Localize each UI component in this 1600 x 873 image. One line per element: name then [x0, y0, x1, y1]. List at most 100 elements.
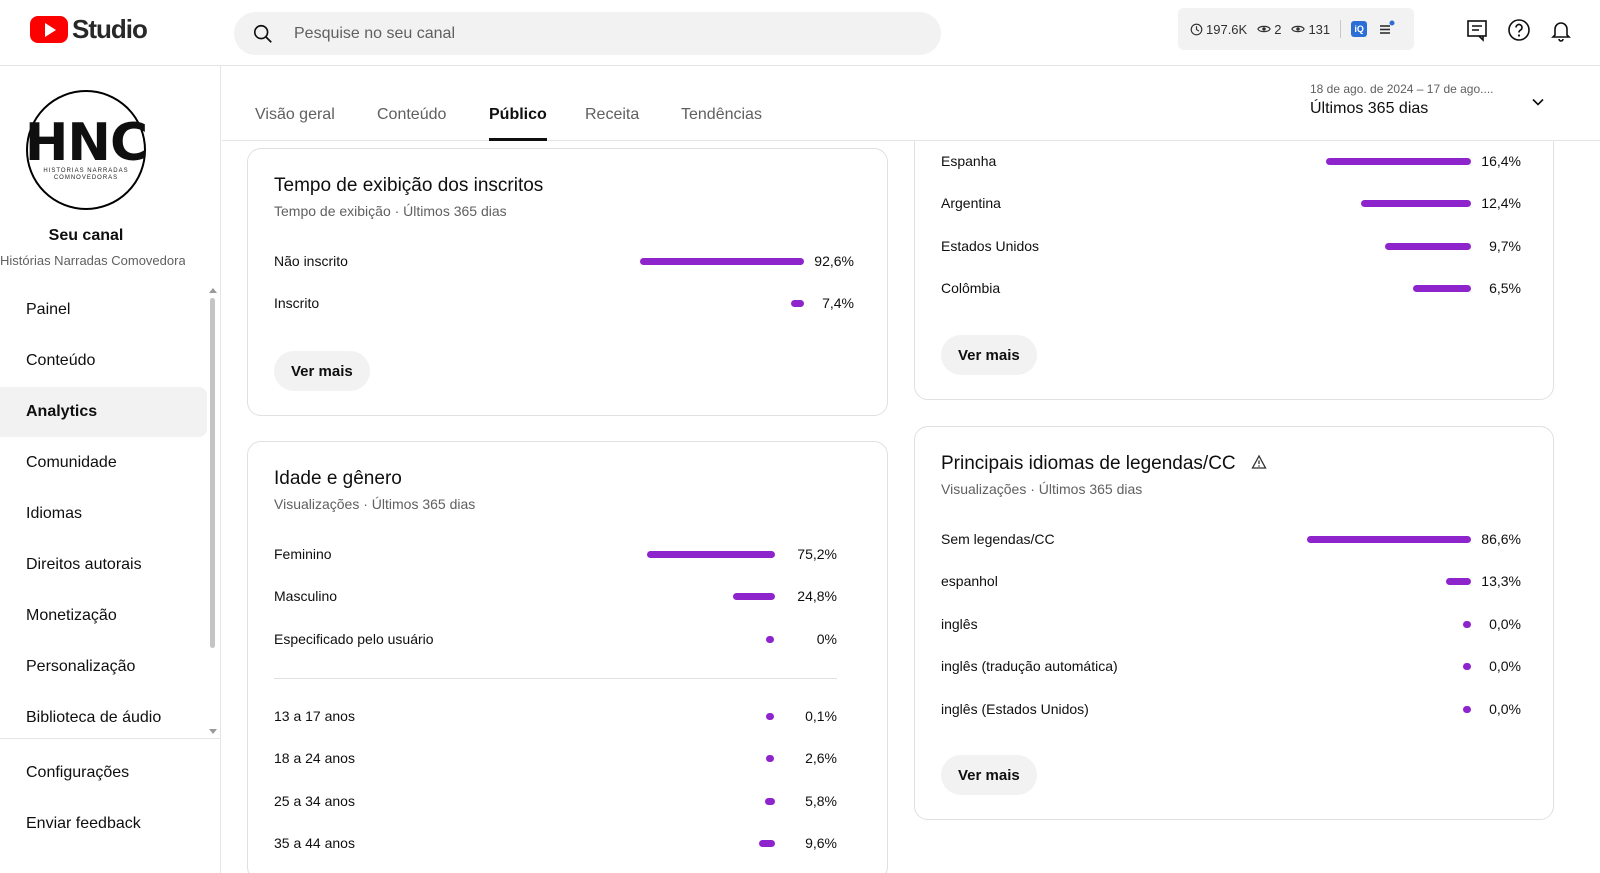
row-value: 2,6% — [805, 750, 837, 766]
tab-receita[interactable]: Receita — [585, 106, 639, 141]
row-label: espanhol — [941, 573, 998, 589]
list-item: Estados Unidos 9,7% — [915, 238, 1553, 258]
row-label: Inscrito — [274, 295, 320, 311]
clock-icon — [1190, 23, 1203, 35]
list-item: 35 a 44 anos 9,6% — [248, 835, 887, 855]
sidebar-item-painel[interactable]: Painel — [0, 285, 207, 335]
date-range-dates: 18 de ago. de 2024 – 17 de ago.... — [1310, 82, 1494, 96]
row-label: inglês (Estados Unidos) — [941, 701, 1089, 717]
card-title: Principais idiomas de legendas/CC — [941, 453, 1267, 475]
list-item: Não inscrito 92,6% — [248, 253, 887, 273]
row-bar — [1361, 200, 1471, 207]
live-viewers-value: 2 — [1274, 21, 1282, 37]
sidebar-item-label: Comunidade — [26, 454, 117, 471]
see-more-button[interactable]: Ver mais — [941, 755, 1037, 795]
sidebar-scrollbar[interactable] — [210, 298, 215, 648]
row-value: 0% — [816, 631, 837, 647]
row-value: 6,5% — [1489, 280, 1521, 296]
sidebar-item-enviar-feedback[interactable]: Enviar feedback — [0, 799, 207, 849]
avatar-logo-subtext: HISTORIAS NARRADAS COMNOVEDORAS — [43, 168, 129, 181]
sidebar-item-configuracoes[interactable]: Configurações — [0, 748, 207, 798]
list-item: Feminino 75,2% — [248, 546, 887, 566]
row-bar — [766, 755, 774, 762]
row-value: 86,6% — [1481, 531, 1521, 547]
row-value: 7,4% — [822, 295, 854, 311]
channel-title: Seu canal — [48, 227, 124, 244]
list-item: inglês (tradução automática) 0,0% — [915, 658, 1553, 678]
sidebar-item-label: Personalização — [26, 658, 136, 675]
list-item: Inscrito 7,4% — [248, 295, 887, 315]
row-label: Espanha — [941, 153, 997, 169]
realtime-stats[interactable]: 197.6K 2 131 iQ — [1178, 8, 1414, 50]
sidebar-item-label: Painel — [26, 301, 71, 318]
sidebar-item-label: Configurações — [26, 764, 130, 781]
row-bar — [766, 636, 774, 643]
notifications-bell-icon[interactable] — [1549, 18, 1573, 42]
card-title-text: Principais idiomas de legendas/CC — [941, 453, 1236, 474]
list-item: espanhol 13,3% — [915, 573, 1553, 593]
sidebar-item-comunidade[interactable]: Comunidade — [0, 438, 207, 488]
studio-logo[interactable]: Studio — [30, 14, 148, 45]
feedback-icon[interactable] — [1465, 18, 1489, 42]
chevron-down-icon[interactable] — [1530, 94, 1546, 110]
row-label: Masculino — [274, 588, 338, 604]
sidebar-item-label: Direitos autorais — [26, 556, 142, 573]
row-label: Estados Unidos — [941, 238, 1040, 254]
row-value: 0,1% — [805, 708, 837, 724]
row-bar — [1385, 243, 1471, 250]
list-item: Colômbia 6,5% — [915, 280, 1553, 300]
tab-conteudo[interactable]: Conteúdo — [377, 106, 446, 141]
search-bar[interactable] — [234, 12, 941, 55]
row-value: 13,3% — [1481, 573, 1521, 589]
scroll-down-arrow-icon[interactable] — [209, 729, 217, 734]
row-bar — [766, 713, 774, 720]
row-label: Feminino — [274, 546, 332, 562]
scroll-up-arrow-icon[interactable] — [209, 288, 217, 293]
list-item: Masculino 24,8% — [248, 588, 887, 608]
row-label: Argentina — [941, 195, 1001, 211]
sidebar-item-analytics[interactable]: Analytics — [0, 387, 207, 437]
sidebar-item-label: Idiomas — [26, 505, 83, 522]
sidebar-item-label: Analytics — [26, 403, 98, 420]
card-subtitle: Visualizações · Últimos 365 dias — [274, 496, 476, 512]
eye-icon — [1257, 25, 1271, 33]
sidebar-item-personalizacao[interactable]: Personalização — [0, 642, 207, 692]
help-icon[interactable] — [1507, 18, 1531, 42]
tab-visao-geral[interactable]: Visão geral — [255, 106, 335, 141]
sidebar-item-label: Conteúdo — [26, 352, 96, 369]
see-more-button[interactable]: Ver mais — [941, 335, 1037, 375]
tab-tendencias[interactable]: Tendências — [681, 106, 762, 141]
subscriber-watch-time-card: Tempo de exibição dos inscritos Tempo de… — [247, 148, 888, 416]
channel-avatar[interactable]: HNC HISTORIAS NARRADAS COMNOVEDORAS — [25, 90, 148, 210]
sidebar-item-biblioteca-de-audio[interactable]: Biblioteca de áudio — [0, 693, 207, 743]
row-label: 25 a 34 anos — [274, 793, 355, 809]
studio-label: Studio — [72, 14, 148, 44]
menu-list-icon[interactable] — [1377, 20, 1395, 38]
date-range-picker[interactable]: 18 de ago. de 2024 – 17 de ago.... Últim… — [1310, 82, 1550, 118]
sidebar-divider — [0, 738, 220, 739]
card-subtitle: Visualizações · Últimos 365 dias — [941, 481, 1143, 497]
sidebar-item-idiomas[interactable]: Idiomas — [0, 489, 207, 539]
sidebar-item-monetizacao[interactable]: Monetização — [0, 591, 207, 641]
geography-card: Espanha 16,4% Argentina 12,4% Estados Un… — [914, 110, 1554, 400]
row-bar — [759, 840, 775, 847]
warning-icon[interactable] — [1251, 454, 1267, 470]
section-divider — [274, 678, 837, 679]
row-label: 35 a 44 anos — [274, 835, 355, 851]
search-icon[interactable] — [252, 23, 274, 45]
sidebar-item-direitos-autorais[interactable]: Direitos autorais — [0, 540, 207, 590]
sidebar-item-conteudo[interactable]: Conteúdo — [0, 336, 207, 386]
sidebar-item-label: Biblioteca de áudio — [26, 709, 162, 726]
card-title: Tempo de exibição dos inscritos — [274, 175, 544, 196]
search-input[interactable] — [294, 24, 854, 43]
list-item: Sem legendas/CC 86,6% — [915, 531, 1553, 551]
extension-badge-icon[interactable]: iQ — [1351, 21, 1368, 37]
row-label: Especificado pelo usuário — [274, 631, 434, 647]
see-more-button[interactable]: Ver mais — [274, 351, 370, 391]
list-item: Espanha 16,4% — [915, 153, 1553, 173]
tab-publico[interactable]: Público — [489, 106, 547, 141]
sidebar: HNC HISTORIAS NARRADAS COMNOVEDORAS Seu … — [0, 66, 221, 873]
youtube-logo-icon — [30, 16, 68, 43]
row-label: Sem legendas/CC — [941, 531, 1055, 547]
list-item: 25 a 34 anos 5,8% — [248, 793, 887, 813]
